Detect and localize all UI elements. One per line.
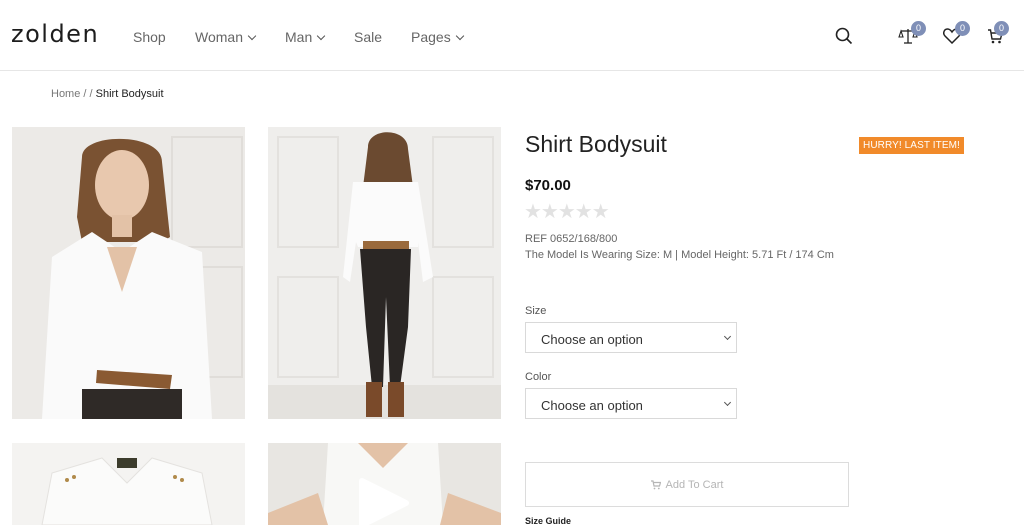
nav-item-label: Man: [285, 29, 313, 45]
product-image-front[interactable]: [12, 127, 245, 419]
add-to-cart-button[interactable]: Add To Cart: [525, 462, 849, 507]
wishlist-count-badge: 0: [955, 21, 970, 36]
model-info: The Model Is Wearing Size: M | Model Hei…: [525, 249, 834, 261]
breadcrumb-separator: /: [83, 88, 87, 100]
product-ref: REF 0652/168/800: [525, 233, 618, 245]
rating-stars: ★★★★★: [524, 201, 610, 223]
nav-item-man[interactable]: Man: [285, 29, 354, 45]
breadcrumb: Home / / Shirt Bodysuit: [51, 88, 164, 100]
cart-count-badge: 0: [994, 21, 1009, 36]
color-label: Color: [525, 371, 552, 383]
add-to-cart-label: Add To Cart: [665, 478, 724, 491]
color-select-value: Choose an option: [541, 398, 643, 413]
logo[interactable]: zolden: [11, 20, 99, 48]
compare-button[interactable]: 0: [898, 21, 926, 49]
nav-item-woman[interactable]: Woman: [195, 29, 285, 45]
chevron-down-icon: [316, 31, 326, 40]
product-image-detail[interactable]: [12, 443, 245, 525]
color-select[interactable]: Choose an option: [525, 388, 737, 419]
cart-icon: [650, 479, 661, 489]
size-select-value: Choose an option: [541, 332, 643, 347]
product-video-thumbnail[interactable]: [268, 443, 501, 525]
nav-item-label: Pages: [411, 29, 451, 45]
product-title: Shirt Bodysuit: [525, 131, 667, 157]
size-select[interactable]: Choose an option: [525, 322, 737, 353]
breadcrumb-home[interactable]: Home: [51, 88, 80, 100]
cart-button[interactable]: 0: [987, 21, 1009, 50]
size-guide-link[interactable]: Size Guide: [525, 516, 571, 525]
main-nav: Shop Woman Man Sale Pages: [133, 29, 481, 45]
compare-count-badge: 0: [911, 21, 926, 36]
breadcrumb-separator: /: [89, 88, 93, 100]
nav-item-shop[interactable]: Shop: [133, 29, 195, 45]
search-icon[interactable]: [835, 27, 857, 49]
chevron-down-icon: [723, 398, 732, 407]
nav-item-sale[interactable]: Sale: [354, 29, 411, 45]
product-image-back[interactable]: [268, 127, 501, 419]
stock-badge: HURRY! LAST ITEM!: [859, 137, 964, 154]
site-header: zolden Shop Woman Man Sale Pages 0 0 0: [0, 0, 1024, 71]
chevron-down-icon: [247, 31, 257, 40]
size-label: Size: [525, 305, 547, 317]
nav-item-pages[interactable]: Pages: [411, 29, 481, 45]
play-icon[interactable]: [356, 475, 412, 525]
product-price: $70.00: [525, 177, 571, 194]
chevron-down-icon: [455, 31, 464, 40]
chevron-down-icon: [723, 332, 732, 341]
nav-item-label: Woman: [195, 29, 243, 45]
nav-item-label: Shop: [133, 29, 166, 45]
nav-item-label: Sale: [354, 29, 383, 45]
breadcrumb-current: Shirt Bodysuit: [95, 88, 164, 100]
wishlist-button[interactable]: 0: [943, 21, 970, 50]
